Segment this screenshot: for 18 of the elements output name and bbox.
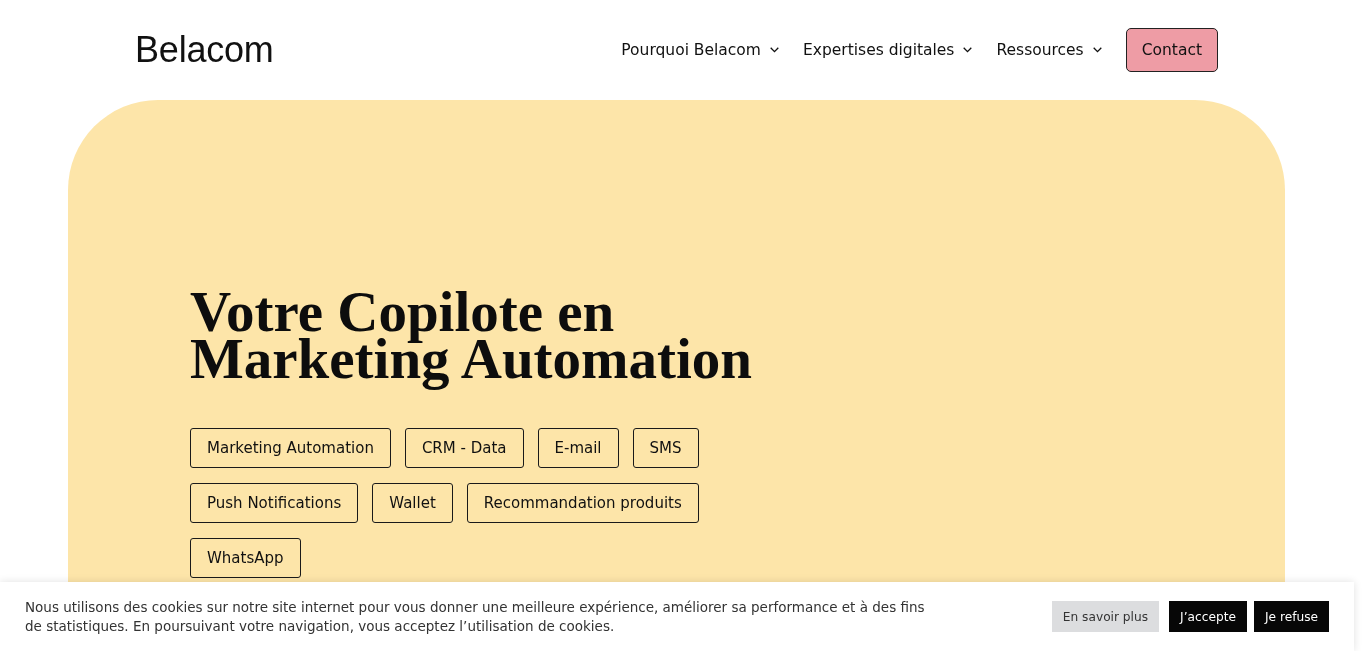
contact-button[interactable]: Contact <box>1125 28 1218 72</box>
cookie-button[interactable]: Je refuse <box>1253 601 1329 632</box>
service-tag[interactable]: Recommandation produits <box>466 483 699 523</box>
cookie-notice-text: Nous utilisons des cookies sur notre site internet pour vous donner une meilleure expérience, améliorer sa performance et à des fins de statistiques. En poursuivant votre navigation, vous acceptez l’utilisation de cookies. <box>25 597 926 636</box>
service-tag[interactable]: CRM - Data <box>404 428 524 468</box>
nav-link[interactable]: Expertises digitales <box>802 41 973 59</box>
learn-more-button[interactable]: En savoir plus <box>1051 601 1160 632</box>
nav-link[interactable]: Pourquoi Belacom <box>621 41 779 59</box>
cookie-button[interactable]: J’accepte <box>1169 601 1247 632</box>
hero-heading: Votre Copilote en Marketing Automation <box>190 288 754 390</box>
service-tag[interactable]: WhatsApp <box>190 538 301 578</box>
service-tag[interactable]: Push Notifications <box>190 483 359 523</box>
service-tag[interactable]: Marketing Automation <box>190 428 391 468</box>
service-tag[interactable]: Wallet <box>372 483 453 523</box>
service-tag[interactable]: SMS <box>632 428 699 468</box>
nav-link[interactable]: Ressources <box>996 41 1102 59</box>
service-tag[interactable]: E-mail <box>537 428 619 468</box>
logo[interactable]: Belacom <box>135 32 274 68</box>
